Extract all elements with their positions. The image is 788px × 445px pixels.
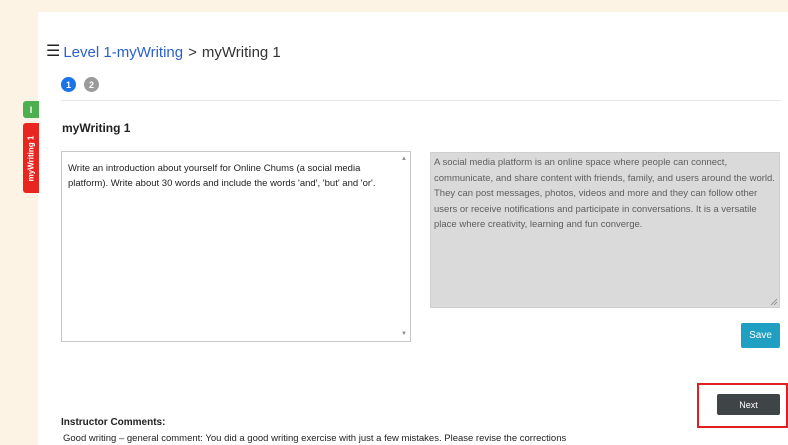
instructor-comments-label: Instructor Comments:: [61, 417, 166, 428]
step-2[interactable]: 2: [84, 77, 99, 92]
response-text: A social media platform is an online spa…: [434, 157, 775, 230]
step-1[interactable]: 1: [61, 77, 76, 92]
scroll-up-icon[interactable]: ▲: [401, 156, 407, 162]
section-title: myWriting 1: [62, 121, 131, 135]
divider: [61, 100, 781, 101]
breadcrumb: ☰ Level 1-myWriting > myWriting 1: [46, 42, 281, 62]
instructor-comment-text: Good writing – general comment: You did …: [63, 433, 567, 444]
step-indicator: 1 2: [61, 77, 99, 92]
top-bar: [0, 0, 788, 12]
breadcrumb-separator: >: [188, 43, 197, 61]
resize-handle-icon[interactable]: [770, 298, 777, 305]
response-textarea[interactable]: A social media platform is an online spa…: [430, 152, 780, 308]
side-tab-mywriting[interactable]: myWriting 1: [23, 123, 39, 193]
side-tab-indicator-label: I: [29, 104, 33, 115]
hamburger-icon[interactable]: ☰: [46, 44, 60, 60]
side-tab-mywriting-label: myWriting 1: [26, 135, 36, 181]
side-tab-indicator[interactable]: I: [23, 101, 39, 118]
scroll-down-icon[interactable]: ▼: [401, 331, 407, 337]
save-button[interactable]: Save: [741, 323, 780, 348]
breadcrumb-level-link[interactable]: Level 1-myWriting: [63, 44, 183, 61]
breadcrumb-current: myWriting 1: [201, 43, 281, 61]
prompt-text: Write an introduction about yourself for…: [68, 163, 376, 189]
prompt-box: Write an introduction about yourself for…: [61, 151, 411, 342]
next-button[interactable]: Next: [717, 394, 780, 415]
